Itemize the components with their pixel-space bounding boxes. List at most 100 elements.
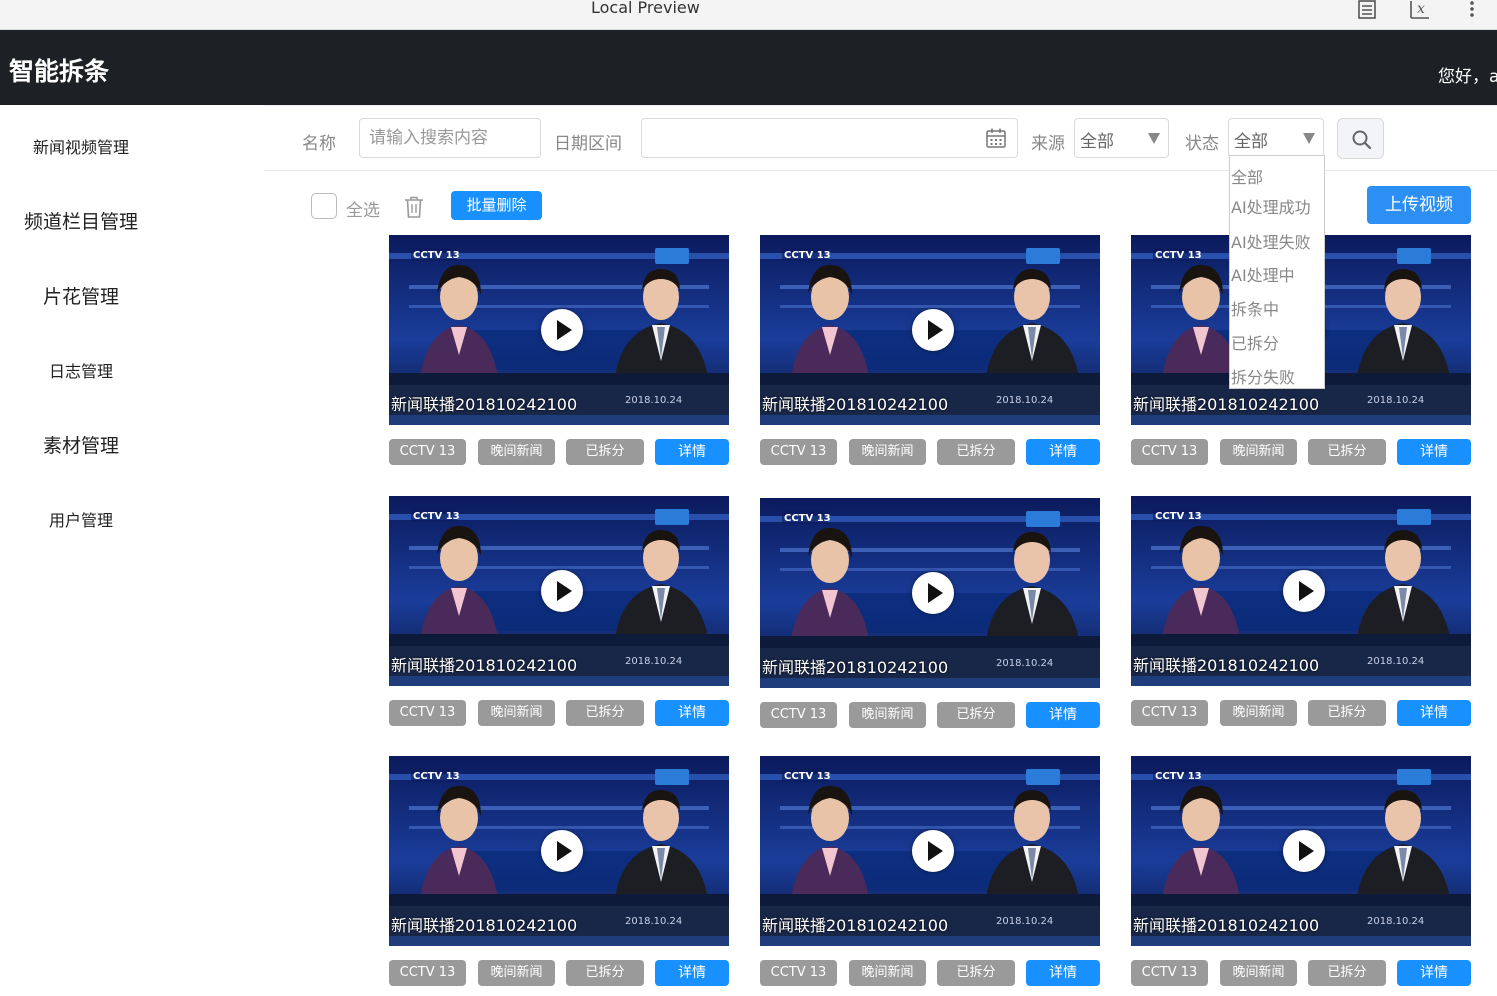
upload-video-button[interactable]: 上传视频 [1367, 186, 1471, 224]
channel-tag: CCTV 13 [389, 439, 466, 465]
play-icon[interactable] [541, 309, 583, 351]
video-thumbnail[interactable]: 新闻联播201810242100 [760, 756, 1100, 946]
video-card[interactable]: 新闻联播201810242100 CCTV 13 晚间新闻 已拆分 详情 [760, 756, 1100, 996]
status-option-split-failed[interactable]: 拆分失败 [1231, 364, 1295, 388]
play-icon[interactable] [912, 309, 954, 351]
video-card[interactable]: 新闻联播201810242100 CCTV 13 晚间新闻 已拆分 详情 [1131, 496, 1471, 736]
status-tag: 已拆分 [1308, 439, 1386, 465]
detail-button[interactable]: 详情 [655, 439, 729, 465]
detail-button[interactable]: 详情 [1026, 439, 1100, 465]
play-icon[interactable] [912, 572, 954, 614]
source-select-value: 全部 [1080, 132, 1114, 152]
select-all-checkbox[interactable] [311, 193, 337, 219]
video-title: 新闻联播201810242100 [391, 656, 578, 675]
detail-button[interactable]: 详情 [1397, 439, 1471, 465]
search-button[interactable] [1337, 118, 1384, 159]
batch-delete-button[interactable]: 批量删除 [451, 191, 542, 220]
channel-tag: CCTV 13 [389, 700, 466, 726]
detail-button[interactable]: 详情 [1397, 700, 1471, 726]
source-select[interactable]: 全部 [1074, 118, 1169, 158]
channel-tag: CCTV 13 [1131, 439, 1208, 465]
play-icon[interactable] [541, 830, 583, 872]
play-icon[interactable] [1283, 830, 1325, 872]
video-thumbnail[interactable]: 新闻联播201810242100 [389, 496, 729, 686]
status-option-split[interactable]: 已拆分 [1231, 330, 1279, 354]
column-tag: 晚间新闻 [849, 960, 926, 986]
detail-button[interactable]: 详情 [1397, 960, 1471, 986]
window-titlebar: Local Preview x [0, 0, 1497, 30]
play-icon[interactable] [541, 570, 583, 612]
column-tag: 晚间新闻 [1220, 439, 1297, 465]
video-title: 新闻联播201810242100 [762, 916, 949, 935]
video-thumbnail[interactable]: 新闻联播201810242100 [760, 235, 1100, 425]
video-thumbnail[interactable]: 新闻联播201810242100 [1131, 496, 1471, 686]
status-tag: 已拆分 [937, 960, 1015, 986]
play-icon[interactable] [912, 830, 954, 872]
column-tag: 晚间新闻 [1220, 960, 1297, 986]
source-label: 来源 [1031, 134, 1065, 154]
detail-button[interactable]: 详情 [655, 700, 729, 726]
sidebar-item-log[interactable]: 日志管理 [0, 358, 162, 382]
column-tag: 晚间新闻 [849, 439, 926, 465]
video-card[interactable]: 新闻联播201810242100 CCTV 13 晚间新闻 已拆分 详情 [389, 496, 729, 736]
chevron-down-icon [1303, 133, 1315, 144]
status-tag: 已拆分 [566, 700, 644, 726]
video-title: 新闻联播201810242100 [762, 395, 949, 414]
video-title: 新闻联播201810242100 [1133, 916, 1320, 935]
search-input[interactable] [360, 119, 540, 157]
sidebar-item-trailer[interactable]: 片花管理 [0, 282, 162, 309]
status-tag: 已拆分 [937, 439, 1015, 465]
status-tag: 已拆分 [1308, 700, 1386, 726]
column-tag: 晚间新闻 [478, 439, 555, 465]
channel-tag: CCTV 13 [1131, 960, 1208, 986]
channel-tag: CCTV 13 [760, 702, 837, 728]
status-tag: 已拆分 [937, 702, 1015, 728]
detail-button[interactable]: 详情 [1026, 960, 1100, 986]
column-tag: 晚间新闻 [478, 700, 555, 726]
name-label: 名称 [302, 134, 336, 154]
date-range-label: 日期区间 [554, 134, 622, 154]
sidebar-item-user[interactable]: 用户管理 [0, 507, 162, 531]
variable-icon[interactable]: x [1409, 0, 1431, 25]
document-icon[interactable] [1357, 0, 1377, 25]
status-option-ai-failed[interactable]: AI处理失败 [1231, 229, 1311, 253]
chevron-down-icon [1148, 133, 1160, 144]
date-range-picker[interactable] [641, 118, 1018, 158]
sidebar-item-news-video[interactable]: 新闻视频管理 [0, 134, 162, 158]
video-thumbnail[interactable]: 新闻联播201810242100 [389, 235, 729, 425]
channel-tag: CCTV 13 [760, 439, 837, 465]
app-brand: 智能拆条 [9, 57, 110, 86]
column-tag: 晚间新闻 [849, 702, 926, 728]
sidebar-item-channel[interactable]: 频道栏目管理 [0, 207, 162, 234]
status-option-ai-success[interactable]: AI处理成功 [1231, 194, 1311, 218]
play-icon[interactable] [1283, 570, 1325, 612]
status-option-splitting[interactable]: 拆条中 [1231, 296, 1279, 320]
select-all-label[interactable]: 全选 [346, 196, 380, 221]
video-card[interactable]: 新闻联播201810242100 CCTV 13 晚间新闻 已拆分 详情 [760, 498, 1100, 738]
video-thumbnail[interactable]: 新闻联播201810242100 [760, 498, 1100, 688]
column-tag: 晚间新闻 [478, 960, 555, 986]
video-title: 新闻联播201810242100 [762, 658, 949, 677]
status-select[interactable]: 全部 [1228, 118, 1324, 158]
column-tag: 晚间新闻 [1220, 700, 1297, 726]
channel-tag: CCTV 13 [1131, 700, 1208, 726]
video-thumbnail[interactable]: 新闻联播201810242100 [1131, 756, 1471, 946]
status-tag: 已拆分 [566, 960, 644, 986]
video-card[interactable]: 新闻联播201810242100 CCTV 13 晚间新闻 已拆分 详情 [760, 235, 1100, 475]
video-card[interactable]: 新闻联播201810242100 CCTV 13 晚间新闻 已拆分 详情 [389, 756, 729, 996]
name-search-field[interactable] [359, 118, 541, 158]
status-option-ai-processing[interactable]: AI处理中 [1231, 262, 1295, 286]
detail-button[interactable]: 详情 [1026, 702, 1100, 728]
video-thumbnail[interactable]: 新闻联播201810242100 [389, 756, 729, 946]
status-tag: 已拆分 [566, 439, 644, 465]
svg-text:x: x [1417, 1, 1425, 17]
video-card[interactable]: 新闻联播201810242100 CCTV 13 晚间新闻 已拆分 详情 [1131, 756, 1471, 996]
user-greeting[interactable]: 您好，a [1438, 62, 1497, 87]
detail-button[interactable]: 详情 [655, 960, 729, 986]
video-card[interactable]: 新闻联播201810242100 CCTV 13 晚间新闻 已拆分 详情 [389, 235, 729, 475]
status-option-all[interactable]: 全部 [1231, 164, 1263, 188]
trash-icon[interactable] [403, 195, 425, 223]
sidebar-item-material[interactable]: 素材管理 [0, 431, 162, 458]
more-vertical-icon[interactable] [1466, 0, 1478, 25]
calendar-icon [985, 127, 1007, 153]
